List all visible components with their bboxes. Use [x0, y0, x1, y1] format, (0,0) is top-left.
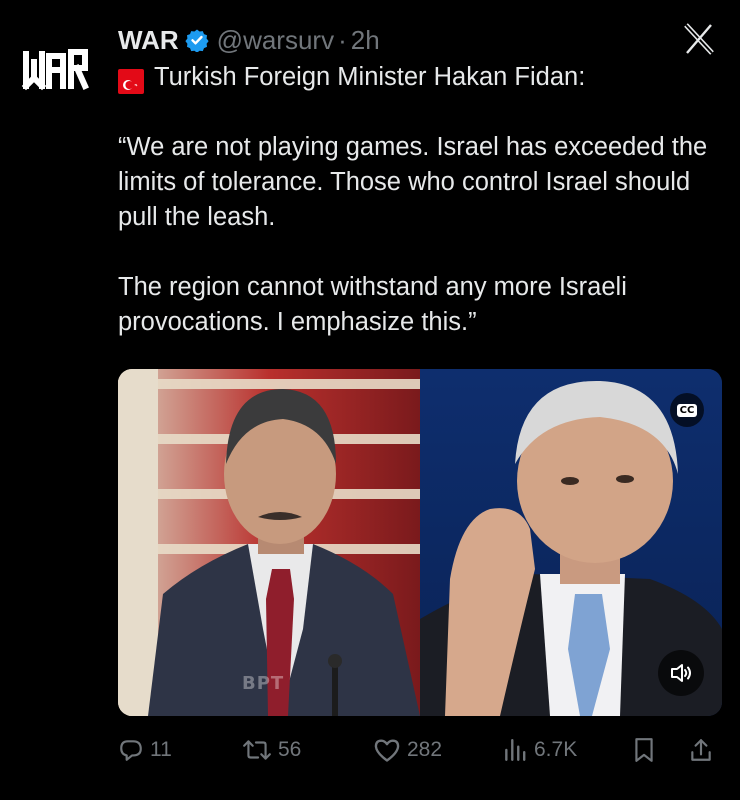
war-logo-icon	[21, 49, 89, 91]
volume-button[interactable]	[658, 650, 704, 696]
repost-button[interactable]: 56	[242, 730, 301, 770]
tweet[interactable]: WAR @warsurv · 2h Turkish Foreign Minist…	[0, 0, 740, 800]
repost-count: 56	[278, 738, 302, 761]
avatar[interactable]	[18, 32, 94, 108]
share-icon	[691, 739, 711, 761]
heart-icon	[374, 739, 400, 762]
view-count: 6.7K	[534, 738, 578, 761]
x-logo-icon[interactable]	[682, 22, 716, 56]
repost-icon	[243, 740, 271, 760]
action-bar: 11 56 282 6.7K	[118, 730, 722, 770]
left-video-frame: BPT	[118, 369, 420, 716]
verified-badge-icon	[185, 29, 209, 52]
hakan-fidan-image	[118, 369, 420, 716]
analytics-icon	[505, 739, 526, 761]
tweet-paragraph-1: “We are not playing games. Israel has ex…	[118, 133, 708, 231]
tweet-intro: Turkish Foreign Minister Hakan Fidan:	[154, 63, 586, 91]
closed-captions-button[interactable]: CC	[670, 393, 704, 427]
tweet-paragraph-2: The region cannot withstand any more Isr…	[118, 273, 627, 336]
closed-captions-icon: CC	[676, 403, 698, 417]
watermark: BPT	[242, 673, 285, 694]
tweet-line-1: Turkish Foreign Minister Hakan Fidan:	[118, 60, 728, 95]
like-button[interactable]: 282	[373, 730, 442, 770]
separator-dot: ·	[338, 24, 347, 55]
views-button[interactable]: 6.7K	[502, 730, 577, 770]
reply-icon	[120, 740, 142, 761]
speaker-icon	[671, 664, 691, 682]
tweet-header: WAR @warsurv · 2h	[118, 20, 380, 60]
bookmark-icon	[635, 738, 653, 762]
like-count: 282	[407, 738, 443, 761]
display-name[interactable]: WAR	[118, 25, 179, 56]
reply-count: 11	[150, 738, 172, 761]
video-player[interactable]: BPT CC	[118, 369, 722, 716]
timestamp[interactable]: 2h	[351, 25, 380, 56]
reply-button[interactable]: 11	[118, 730, 172, 770]
share-button[interactable]	[688, 730, 714, 770]
handle[interactable]: @warsurv	[217, 25, 334, 56]
tweet-text: Turkish Foreign Minister Hakan Fidan: “W…	[118, 60, 728, 340]
turkey-flag-icon	[118, 68, 144, 94]
bookmark-button[interactable]	[632, 730, 656, 770]
